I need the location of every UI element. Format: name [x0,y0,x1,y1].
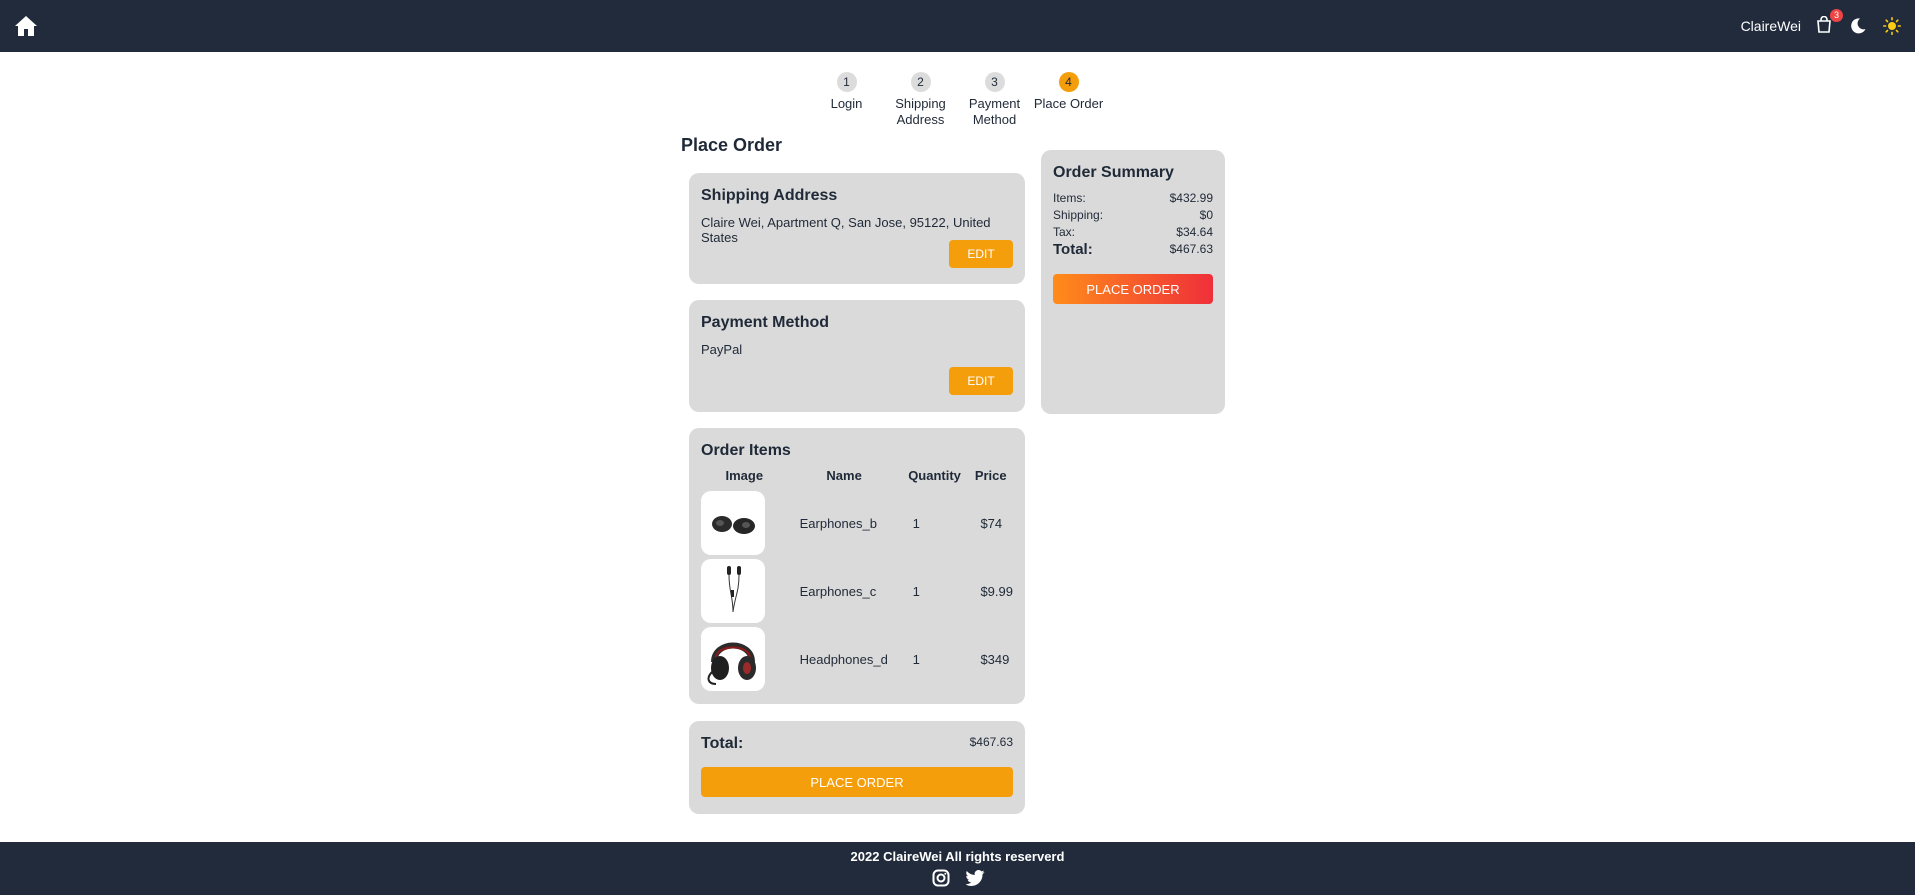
column-header-price: Price [974,468,1007,483]
total-value: $467.63 [969,735,1013,749]
order-items-title: Order Items [701,442,791,459]
payment-method-title: Payment Method [701,314,830,331]
table-header-row: Image Name Quantity Price [701,464,1013,489]
top-navbar: ClaireWei 3 [0,0,1915,52]
column-header-image: Image [725,468,764,483]
item-name[interactable]: Headphones_d [788,625,901,693]
payment-method-text: PayPal [701,342,743,357]
step-shipping-address: 2 Shipping Address [895,72,946,128]
cart-count-badge: 3 [1830,9,1843,22]
summary-tax-label: Tax: [1053,225,1076,239]
summary-place-order-button[interactable]: PLACE ORDER [1053,274,1213,304]
order-items-card: Order Items Image Name Quantity Price Ea… [689,428,1025,704]
summary-shipping-label: Shipping: [1053,208,1104,222]
order-total-card: Total: $467.63 PLACE ORDER [689,721,1025,814]
earphones-c-image[interactable] [701,559,765,623]
item-price: $349 [980,651,1010,667]
home-icon[interactable] [12,12,40,40]
navbar-right: ClaireWei 3 [1741,9,1903,37]
column-header-quantity: Quantity [908,468,961,483]
shipping-address-title: Shipping Address [701,187,838,204]
summary-items-value: $432.99 [1169,191,1213,205]
payment-method-card: Payment Method PayPal EDIT [689,300,1025,412]
moon-icon[interactable] [1847,15,1869,37]
shipping-address-card: Shipping Address Claire Wei, Apartment Q… [689,173,1025,284]
total-row: Total: $467.63 [701,735,1013,753]
summary-tax-value: $34.64 [1176,225,1213,239]
summary-tax-row: Tax: $34.64 [1053,224,1213,241]
summary-total-label: Total: [1053,241,1093,258]
summary-shipping-row: Shipping: $0 [1053,207,1213,224]
summary-items-row: Items: $432.99 [1053,190,1213,207]
shopping-bag-icon [1816,15,1832,36]
table-row: Earphones_b 1 $74 [701,489,1013,557]
edit-shipping-button[interactable]: EDIT [949,240,1013,268]
item-name[interactable]: Earphones_c [788,557,901,625]
summary-total-row: Total: $467.63 [1053,241,1213,258]
step-number: 4 [1058,72,1079,92]
step-label: Place Order [1033,96,1104,111]
column-header-name: Name [826,468,862,483]
step-label: Shipping Address [895,96,946,127]
step-label: Login [830,96,863,111]
table-row: Earphones_c 1 $9.99 [701,557,1013,625]
item-quantity: 1 [912,651,920,667]
page-title: Place Order [681,135,783,155]
step-payment-method: 3 Payment Method [968,72,1021,128]
order-items-table: Image Name Quantity Price Earphones_b 1 … [701,464,1013,693]
username-link[interactable]: ClaireWei [1741,18,1801,34]
step-number: 1 [836,72,857,92]
step-number: 2 [910,72,931,92]
summary-total-value: $467.63 [1169,242,1213,256]
footer-copyright: 2022 ClaireWei All rights reserverd [850,849,1065,864]
step-login: 1 Login [824,72,870,128]
step-number: 3 [984,72,1005,92]
item-price: $74 [980,515,1003,531]
headphones-d-image[interactable] [701,627,765,691]
place-order-button[interactable]: PLACE ORDER [701,767,1013,797]
item-quantity: 1 [912,583,920,599]
item-quantity: 1 [912,515,920,531]
total-label: Total: [701,735,744,752]
footer: 2022 ClaireWei All rights reserverd [0,842,1915,895]
summary-shipping-value: $0 [1199,208,1213,222]
order-summary-card: Order Summary Items: $432.99 Shipping: $… [1041,150,1225,414]
item-price: $9.99 [980,583,1013,599]
cart-button[interactable]: 3 [1813,9,1843,37]
edit-payment-button[interactable]: EDIT [949,367,1013,395]
social-links [931,868,985,888]
instagram-icon[interactable] [931,868,951,888]
item-name[interactable]: Earphones_b [788,489,901,557]
step-place-order: 4 Place Order [1034,72,1103,128]
order-summary-title: Order Summary [1053,164,1174,181]
twitter-icon[interactable] [965,868,985,888]
earphones-b-image[interactable] [701,491,765,555]
table-row: Headphones_d 1 $349 [701,625,1013,693]
step-label: Payment Method [968,96,1021,127]
summary-items-label: Items: [1053,191,1086,205]
checkout-stepper: 1 Login 2 Shipping Address 3 Payment Met… [0,72,1915,128]
sun-icon[interactable] [1881,15,1903,37]
